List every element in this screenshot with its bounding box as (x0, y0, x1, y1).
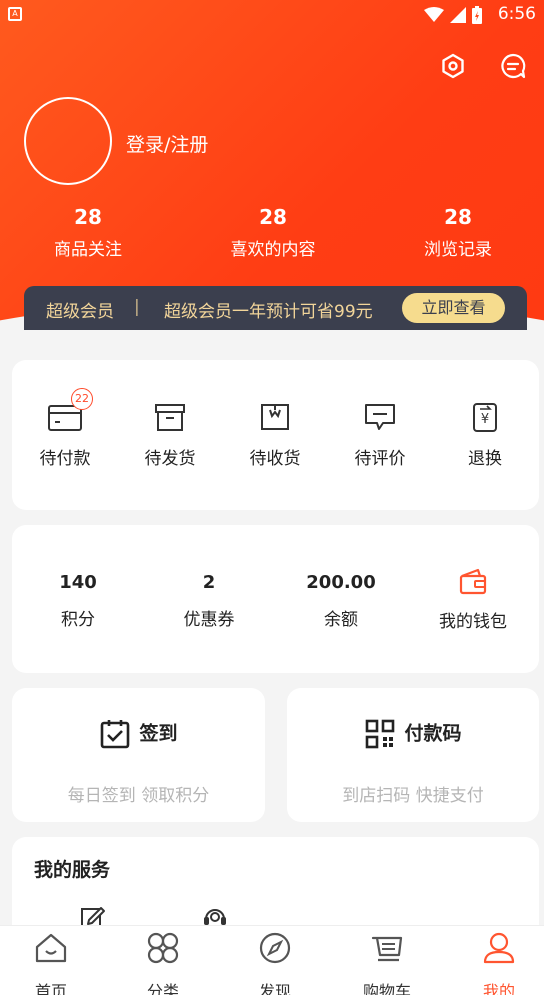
checkin-title: 签到 (139, 722, 178, 745)
battery-icon (472, 6, 482, 24)
order-label: 退换 (468, 449, 502, 469)
wifi-icon (424, 7, 444, 22)
tab-cart[interactable]: 购物车 (347, 930, 427, 995)
qr-code-icon (366, 719, 395, 749)
order-pending-receipt[interactable]: 待收货 (225, 402, 325, 469)
asset-points[interactable]: 140 积分 (18, 571, 138, 630)
order-badge: 22 (71, 388, 93, 410)
tab-mine[interactable]: 我的 (459, 930, 539, 995)
bottom-tab-bar: 首页 分类 发现 购物车 我的 (0, 925, 544, 995)
services-title: 我的服务 (34, 859, 111, 881)
svg-text:¥: ¥ (481, 412, 489, 427)
paycode-title: 付款码 (404, 722, 462, 745)
comment-icon (365, 404, 395, 430)
status-bar: A 6:56 (0, 0, 544, 30)
asset-value: 140 (59, 572, 97, 593)
notification-icon: A (8, 7, 22, 21)
asset-label: 余额 (324, 610, 358, 630)
status-time: 6:56 (497, 4, 536, 24)
stat-label: 喜欢的内容 (230, 240, 316, 260)
stat-label: 浏览记录 (424, 240, 492, 260)
asset-value: 200.00 (306, 572, 376, 593)
signal-icon (450, 7, 466, 23)
stat-value: 28 (259, 205, 287, 229)
asset-coupons[interactable]: 2 优惠券 (149, 571, 269, 630)
order-pending-shipment[interactable]: 待发货 (120, 402, 220, 469)
asset-balance[interactable]: 200.00 余额 (281, 571, 401, 630)
category-icon (147, 932, 179, 964)
tab-label: 购物车 (362, 982, 411, 995)
stat-liked-content[interactable]: 28 喜欢的内容 (193, 204, 353, 260)
avatar[interactable] (24, 97, 112, 185)
order-return-exchange[interactable]: ¥ 退换 (435, 402, 535, 469)
tab-category[interactable]: 分类 (123, 930, 203, 995)
vip-title: 超级会员 (46, 302, 114, 322)
paycode-subtitle: 到店扫码 快捷支付 (342, 786, 484, 806)
checkin-card[interactable]: 签到 每日签到 领取积分 (12, 688, 265, 822)
vip-view-button[interactable]: 立即查看 (402, 293, 505, 323)
exchange-icon: ¥ (473, 403, 497, 432)
stat-value: 28 (444, 205, 472, 229)
home-icon (35, 933, 67, 963)
asset-label: 我的钱包 (439, 612, 507, 632)
order-label: 待付款 (39, 449, 91, 469)
my-wallet[interactable]: 我的钱包 (413, 567, 533, 632)
paycode-card[interactable]: 付款码 到店扫码 快捷支付 (287, 688, 539, 822)
order-label: 待评价 (354, 449, 406, 469)
tab-discover[interactable]: 发现 (235, 930, 315, 995)
vip-text: 超级会员一年预计可省99元 (164, 302, 373, 322)
tab-label: 首页 (34, 982, 67, 995)
order-label: 待发货 (144, 449, 196, 469)
order-label: 待收货 (249, 449, 301, 469)
tab-label: 发现 (258, 982, 291, 995)
message-icon[interactable] (499, 52, 527, 80)
wallet-icon (459, 568, 487, 595)
stat-browse-history[interactable]: 28 浏览记录 (378, 204, 538, 260)
orders-card: 22 待付款 待发货 待收货 待评价 ¥ 退换 (12, 360, 539, 510)
tab-home[interactable]: 首页 (11, 930, 91, 995)
checkin-title-row: 签到 (12, 718, 265, 750)
vip-banner[interactable]: 超级会员 | 超级会员一年预计可省99元 立即查看 (24, 286, 527, 330)
stat-label: 商品关注 (54, 240, 122, 260)
asset-value: 2 (202, 572, 216, 593)
login-register-link[interactable]: 登录/注册 (126, 130, 208, 157)
tab-label: 我的 (482, 982, 515, 995)
order-pending-payment[interactable]: 22 待付款 (15, 388, 115, 469)
calendar-check-icon (101, 720, 130, 749)
status-icons (424, 6, 482, 24)
assets-card: 140 积分 2 优惠券 200.00 余额 我的钱包 (12, 525, 539, 673)
paycode-title-row: 付款码 (287, 718, 539, 750)
checkin-subtitle: 每日签到 领取积分 (67, 786, 210, 806)
stat-followed-products[interactable]: 28 商品关注 (8, 204, 168, 260)
user-icon (483, 932, 515, 964)
tab-label: 分类 (146, 982, 179, 995)
vip-separator: | (134, 297, 140, 317)
settings-icon[interactable] (439, 52, 467, 80)
compass-icon (259, 932, 291, 964)
order-pending-review[interactable]: 待评价 (330, 402, 430, 469)
package-icon (261, 404, 289, 430)
asset-label: 积分 (61, 610, 95, 630)
asset-label: 优惠券 (183, 610, 235, 630)
cart-icon (371, 936, 403, 962)
box-icon (155, 404, 185, 431)
stat-value: 28 (74, 205, 102, 229)
